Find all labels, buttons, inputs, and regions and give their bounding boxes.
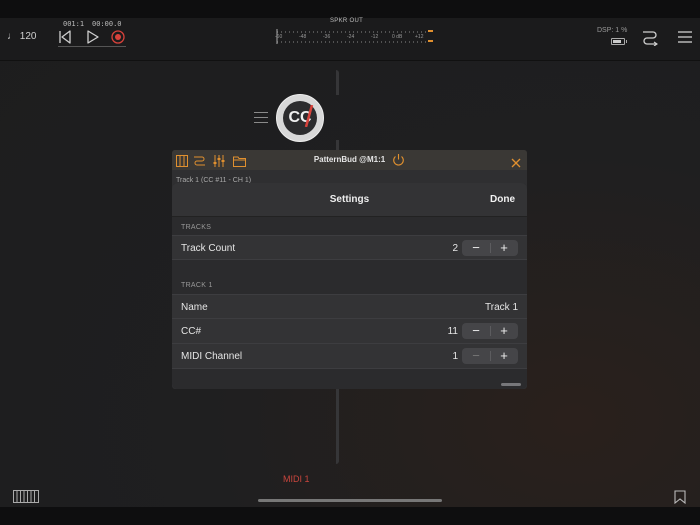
rewind-icon [59,30,71,44]
meter-tick: -60 [275,34,283,40]
bypass-button[interactable] [392,153,405,166]
midi-channel-value: 1 [452,351,458,362]
connection-line [336,389,339,464]
track-count-stepper: − + [462,240,518,256]
midi-channel-increment-button[interactable]: + [490,348,518,364]
connection-line [336,70,339,95]
record-icon [111,30,125,44]
status-bar [0,0,700,18]
bookmark-button[interactable] [674,490,686,505]
bookmark-icon [674,490,686,505]
node-handle-icon[interactable] [254,112,268,124]
close-icon [511,158,521,168]
tempo-display[interactable]: ♩ 120 [7,31,36,42]
tracks-section-header: TRACKS [181,224,212,231]
meter-tick: +12 [415,34,424,40]
battery-icon [611,38,627,45]
cc-plugin-node[interactable]: CC [276,94,324,142]
track-count-value: 2 [452,243,458,254]
track1-section-header: TRACK 1 [181,282,213,289]
cc-number-decrement-button[interactable]: − [462,323,490,339]
midi-channel-decrement-button[interactable]: − [462,348,490,364]
name-row[interactable]: Name Track 1 [172,294,527,319]
cc-number-value: 11 [447,326,458,337]
track-count-decrement-button[interactable]: − [462,240,490,256]
routing-icon [643,31,658,47]
done-button[interactable]: Done [490,194,515,205]
settings-header: Settings Done [172,183,527,217]
midi-channel-label: MIDI Channel [181,351,243,362]
bottom-bar [0,507,700,525]
record-button[interactable] [110,29,126,45]
track-count-row: Track Count 2 − + [172,235,527,260]
meter-tick: -48 [299,34,307,40]
home-indicator[interactable] [258,499,442,502]
meter-scale: -60 -48 -36 -24 -12 0 dB +12 [275,34,435,42]
midi-channel-stepper: − + [462,348,518,364]
routing-button[interactable] [641,28,659,47]
resize-handle[interactable] [501,383,521,386]
power-icon [393,154,404,166]
name-label: Name [181,302,208,313]
rewind-button[interactable] [57,29,73,45]
cc-number-row: CC# 11 − + [172,319,527,344]
piano-keyboard-icon [13,490,39,503]
midi-channel-row: MIDI Channel 1 − + [172,344,527,369]
menu-icon [678,31,692,43]
cc-number-increment-button[interactable]: + [490,323,518,339]
plugin-header: PatternBud @M1:1 [172,150,527,170]
settings-title: Settings [329,194,370,205]
cc-accent-icon [304,105,314,127]
cc-number-label: CC# [181,326,202,337]
keyboard-button[interactable] [13,490,39,503]
position-divider [58,46,126,47]
bar-position: 001:1 [63,20,85,28]
close-button[interactable] [511,155,521,168]
meter-tick: -12 [371,34,379,40]
meter-tick: 0 dB [392,34,403,40]
track-count-label: Track Count [181,243,236,254]
meter-label: SPKR OUT [330,18,364,24]
name-value[interactable]: Track 1 [485,302,518,313]
transport-bar: ♩ 120 001:1 00:00.0 SPKR OUT -60 -48 -36 [0,18,700,61]
settings-sheet: Settings Done TRACKS Track Count 2 − + T… [172,183,527,389]
menu-button[interactable] [677,29,693,45]
plugin-title: PatternBud @M1:1 [313,155,386,164]
meter-tick: -36 [323,34,331,40]
track-count-increment-button[interactable]: + [490,240,518,256]
play-icon [87,30,99,44]
play-button[interactable] [85,29,101,45]
midi-output-label[interactable]: MIDI 1 [283,474,310,484]
cc-number-stepper: − + [462,323,518,339]
dsp-load: DSP: 1 % [597,27,628,34]
time-position: 00:00.0 [92,20,122,28]
meter-tick: -24 [347,34,355,40]
